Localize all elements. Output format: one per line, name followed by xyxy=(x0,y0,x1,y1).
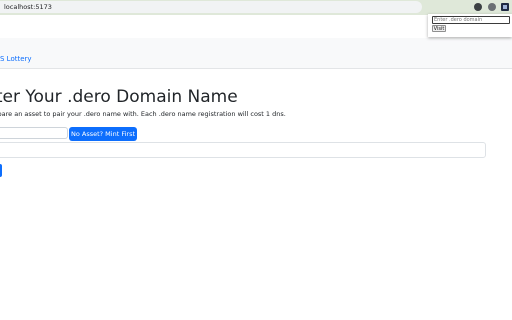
mint-first-button[interactable]: No Asset? Mint First xyxy=(69,127,137,141)
address-bar[interactable]: localhost:5173 xyxy=(0,1,422,13)
extension-icon[interactable] xyxy=(488,3,496,11)
navbar: S Lottery xyxy=(0,38,512,69)
browser-toolbar: localhost:5173 xyxy=(0,0,512,15)
domain-input[interactable] xyxy=(432,16,510,24)
nav-link-lottery[interactable]: S Lottery xyxy=(0,55,32,64)
extension-icon[interactable] xyxy=(474,3,482,11)
url-text: localhost:5173 xyxy=(4,3,52,11)
result-box xyxy=(0,142,486,158)
asset-select-field[interactable] xyxy=(0,127,68,139)
page-title: ster Your .dero Domain Name xyxy=(0,87,238,107)
dero-extension-icon[interactable] xyxy=(501,3,509,11)
extension-popup: Visit xyxy=(428,14,512,37)
page-description: repare an asset to pair your .dero name … xyxy=(0,110,286,118)
scroll-marker xyxy=(0,164,2,177)
visit-button[interactable]: Visit xyxy=(432,25,446,32)
